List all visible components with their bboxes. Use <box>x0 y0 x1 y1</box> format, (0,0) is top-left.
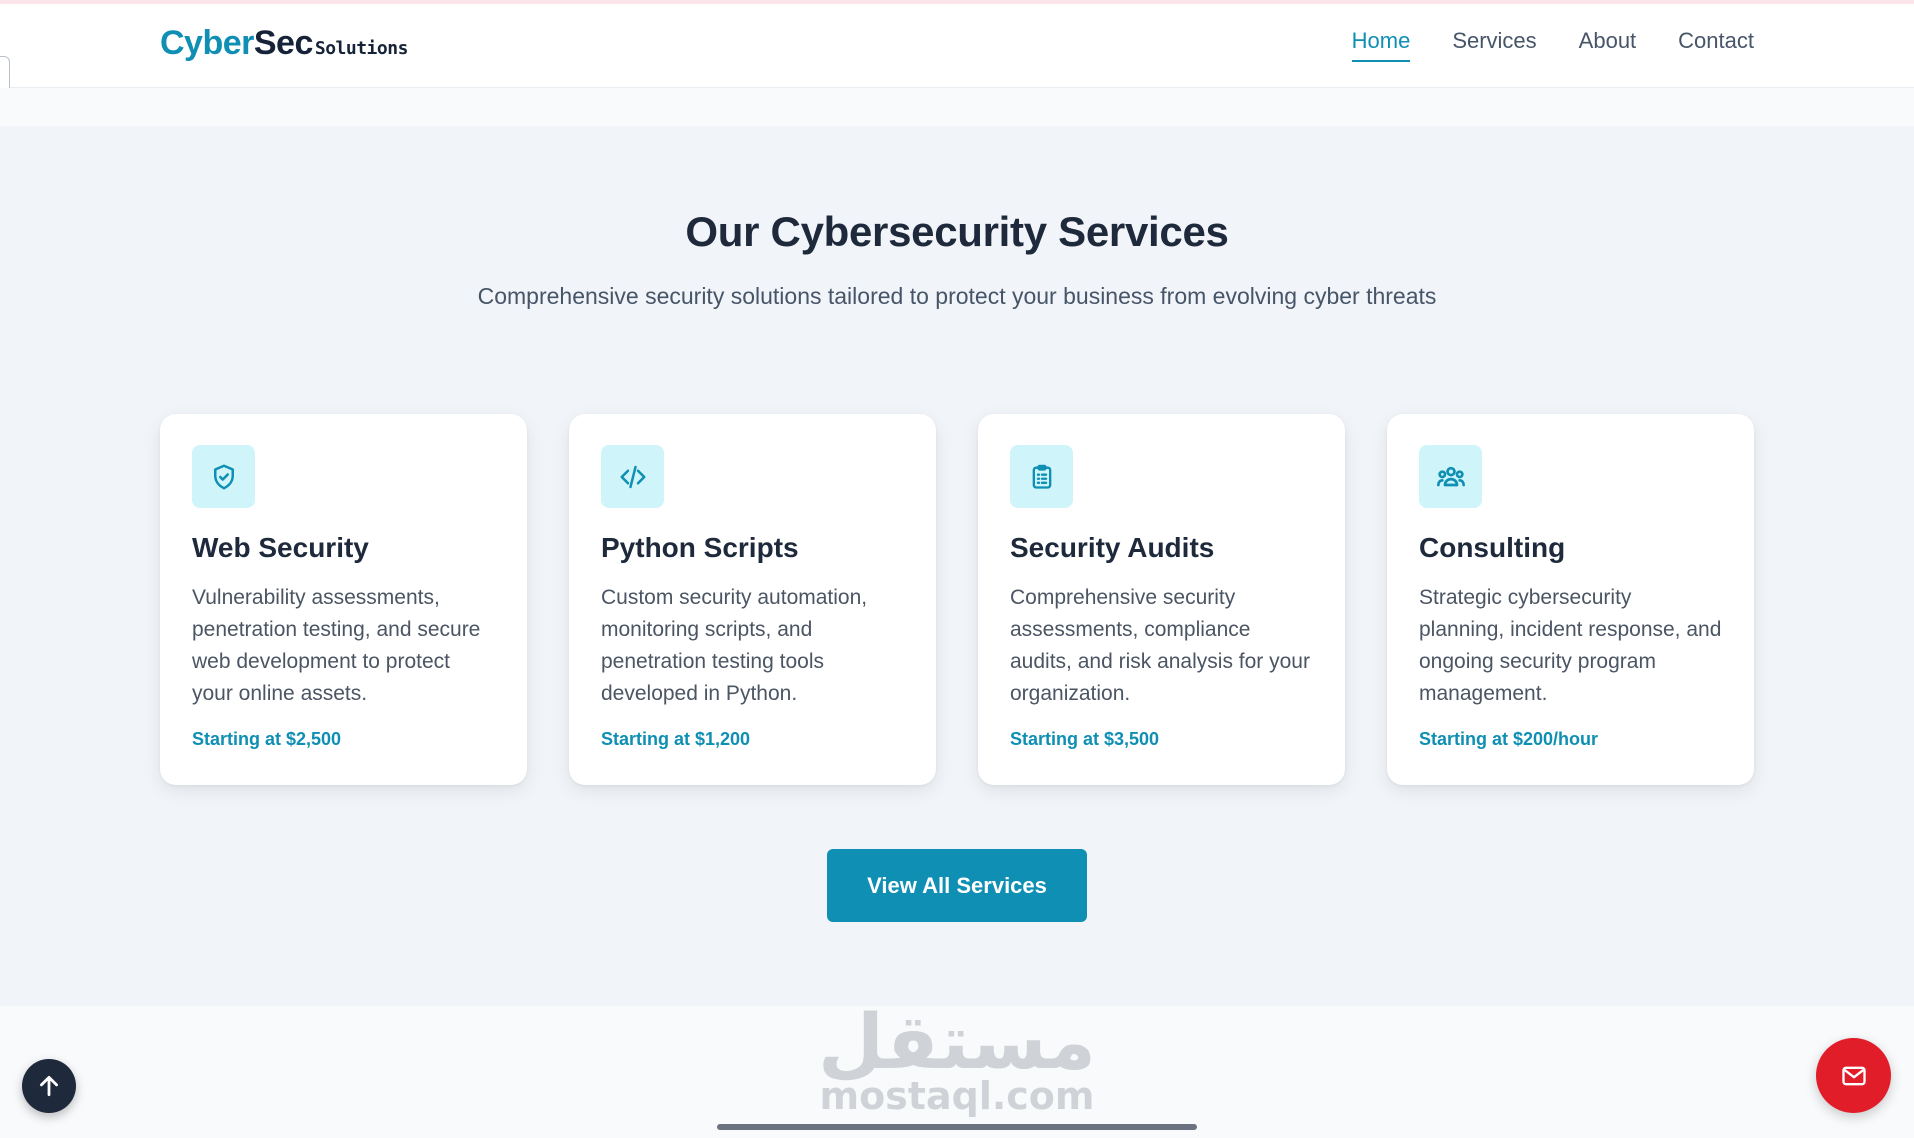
service-card-security-audits[interactable]: Security Audits Comprehensive security a… <box>978 414 1345 785</box>
shield-check-icon <box>192 445 255 508</box>
card-price: Starting at $3,500 <box>1010 729 1160 749</box>
view-all-services-button[interactable]: View All Services <box>827 849 1087 922</box>
contact-mail-button[interactable] <box>1816 1038 1891 1113</box>
nav-contact[interactable]: Contact <box>1678 28 1754 62</box>
nav-about[interactable]: About <box>1579 28 1637 62</box>
watermark-latin: mostaql.com <box>819 1074 1095 1118</box>
main-nav: Home Services About Contact <box>1351 28 1754 62</box>
services-section: Our Cybersecurity Services Comprehensive… <box>0 126 1914 1006</box>
card-description: Vulnerability assessments, penetration t… <box>192 586 481 705</box>
card-title: Consulting <box>1419 532 1566 563</box>
logo-part-sec: Sec <box>253 24 314 62</box>
watermark-logo: مستقل mostaql.com <box>0 997 1914 1118</box>
hero-bottom-edge <box>0 88 1914 126</box>
watermark-arabic: مستقل <box>818 997 1096 1086</box>
nav-services[interactable]: Services <box>1452 28 1536 62</box>
service-card-consulting[interactable]: Consulting Strategic cybersecurity plann… <box>1387 414 1754 785</box>
service-cards: Web Security Vulnerability assessments, … <box>160 414 1754 785</box>
site-header: CyberSec Solutions Home Services About Co… <box>0 4 1914 88</box>
mail-icon <box>1841 1066 1866 1085</box>
card-description: Strategic cybersecurity planning, incide… <box>1419 586 1722 705</box>
site-logo[interactable]: CyberSec Solutions <box>160 24 408 63</box>
arrow-up-icon <box>40 1075 58 1097</box>
code-icon <box>601 445 664 508</box>
card-description: Custom security automation, monitoring s… <box>601 586 868 705</box>
card-title: Security Audits <box>1010 532 1215 563</box>
clipboard-icon <box>1010 445 1073 508</box>
scroll-to-top-button[interactable] <box>22 1059 76 1113</box>
card-price: Starting at $200/hour <box>1419 729 1599 749</box>
card-title: Python Scripts <box>601 532 799 563</box>
nav-home[interactable]: Home <box>1351 28 1411 62</box>
logo-part-cyber: Cyber <box>160 24 254 62</box>
users-icon <box>1419 445 1482 508</box>
services-subtitle: Comprehensive security solutions tailore… <box>477 283 1437 309</box>
home-indicator-bar <box>717 1124 1197 1130</box>
card-description: Comprehensive security assessments, comp… <box>1010 586 1310 705</box>
services-title: Our Cybersecurity Services <box>685 208 1229 255</box>
service-card-web-security[interactable]: Web Security Vulnerability assessments, … <box>160 414 527 785</box>
card-title: Web Security <box>192 532 369 563</box>
card-price: Starting at $2,500 <box>192 729 342 749</box>
card-price: Starting at $1,200 <box>601 729 751 749</box>
service-card-python-scripts[interactable]: Python Scripts Custom security automatio… <box>569 414 936 785</box>
logo-part-solutions: Solutions <box>314 38 409 59</box>
